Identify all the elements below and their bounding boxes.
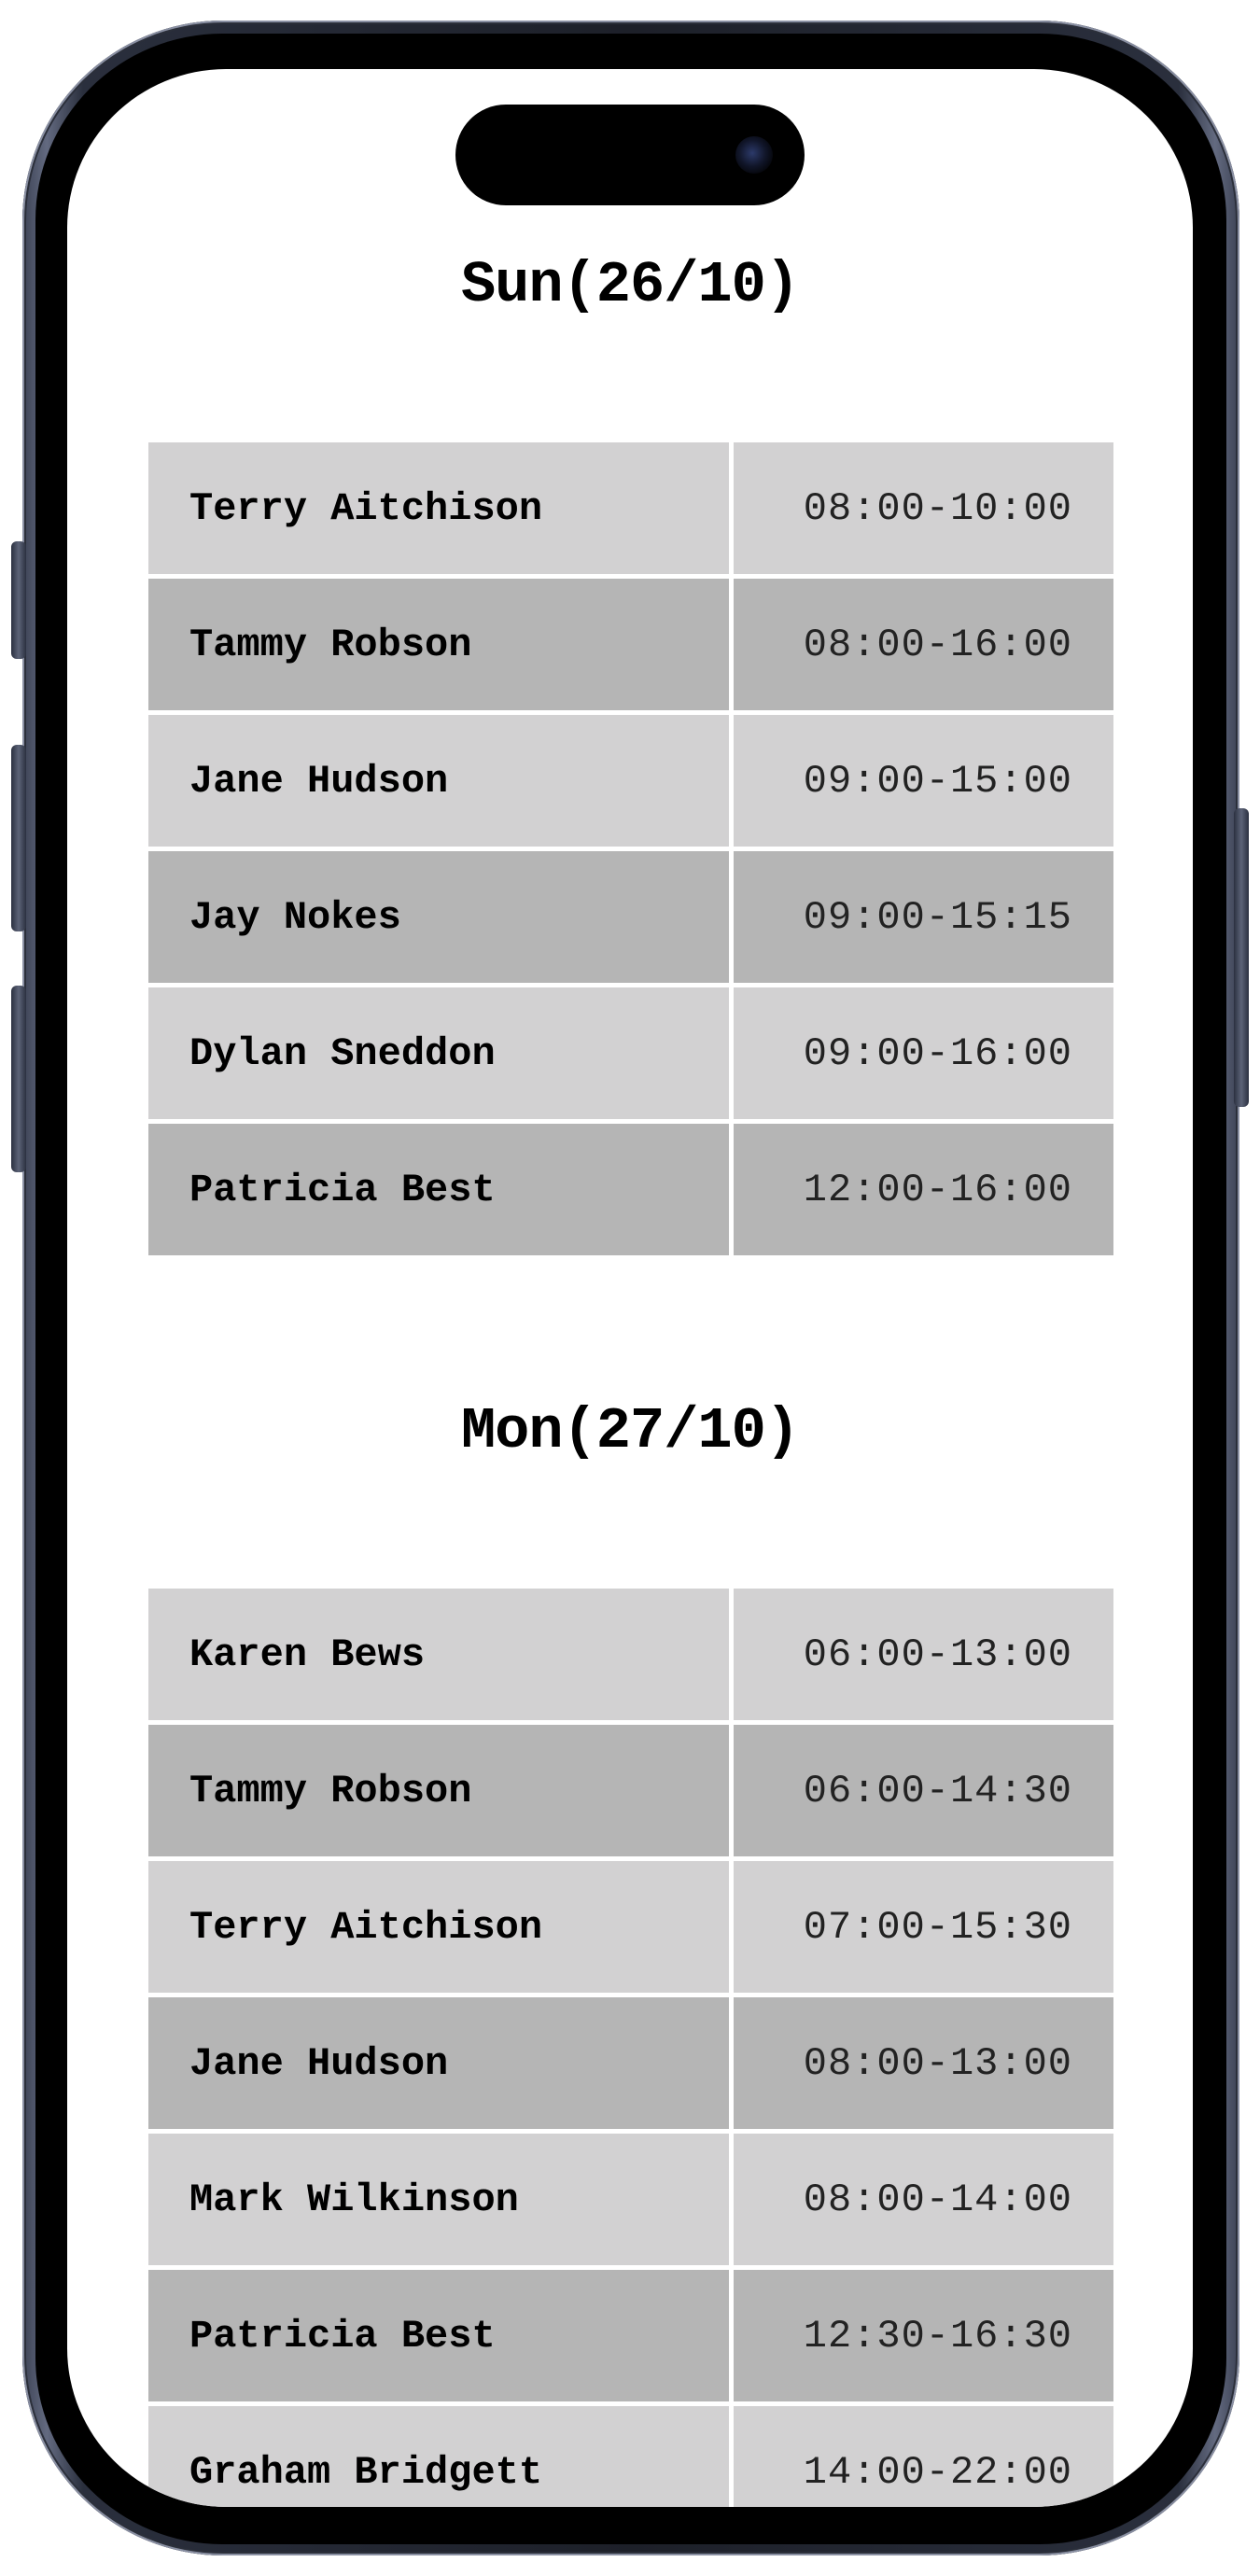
shift-row: Terry Aitchison 07:00-15:30: [148, 1861, 1113, 1997]
shift-row: Jane Hudson 09:00-15:00: [148, 715, 1113, 851]
employee-name: Terry Aitchison: [148, 1861, 734, 1997]
employee-name: Tammy Robson: [148, 579, 734, 715]
employee-name: Jane Hudson: [148, 1997, 734, 2134]
shift-table: Terry Aitchison 08:00-10:00 Tammy Robson…: [148, 442, 1113, 1260]
shift-row: Mark Wilkinson 08:00-14:00: [148, 2134, 1113, 2270]
shift-row: Terry Aitchison 08:00-10:00: [148, 442, 1113, 579]
shift-row: Tammy Robson 08:00-16:00: [148, 579, 1113, 715]
shift-row: Jane Hudson 08:00-13:00: [148, 1997, 1113, 2134]
employee-name: Graham Bridgett: [148, 2406, 734, 2507]
shift-row: Jay Nokes 09:00-15:15: [148, 851, 1113, 987]
employee-name: Mark Wilkinson: [148, 2134, 734, 2270]
shift-time: 12:00-16:00: [734, 1124, 1113, 1260]
shift-time: 07:00-15:30: [734, 1861, 1113, 1997]
employee-name: Terry Aitchison: [148, 442, 734, 579]
shift-time: 08:00-16:00: [734, 579, 1113, 715]
shift-row: Patricia Best 12:30-16:30: [148, 2270, 1113, 2406]
dynamic-island: [455, 105, 805, 205]
day-heading: Mon(27/10): [460, 1398, 800, 1464]
screen[interactable]: Sun(26/10) Terry Aitchison 08:00-10:00 T…: [67, 69, 1193, 2507]
volume-down-button: [11, 986, 26, 1172]
volume-up-button: [11, 745, 26, 931]
shift-row: Tammy Robson 06:00-14:30: [148, 1725, 1113, 1861]
shift-row: Graham Bridgett 14:00-22:00: [148, 2406, 1113, 2507]
shift-time: 14:00-22:00: [734, 2406, 1113, 2507]
shift-time: 12:30-16:30: [734, 2270, 1113, 2406]
shift-row: Patricia Best 12:00-16:00: [148, 1124, 1113, 1260]
employee-name: Jane Hudson: [148, 715, 734, 851]
shift-time: 08:00-13:00: [734, 1997, 1113, 2134]
power-button: [1234, 808, 1249, 1107]
day-heading: Sun(26/10): [460, 252, 800, 318]
shift-time: 09:00-16:00: [734, 987, 1113, 1124]
front-camera-icon: [735, 136, 773, 174]
shift-time: 08:00-14:00: [734, 2134, 1113, 2270]
shift-time: 09:00-15:00: [734, 715, 1113, 851]
employee-name: Patricia Best: [148, 1124, 734, 1260]
shift-time: 08:00-10:00: [734, 442, 1113, 579]
action-button: [11, 541, 26, 659]
shift-time: 06:00-14:30: [734, 1725, 1113, 1861]
shift-row: Karen Bews 06:00-13:00: [148, 1589, 1113, 1725]
shift-time: 09:00-15:15: [734, 851, 1113, 987]
employee-name: Patricia Best: [148, 2270, 734, 2406]
shift-table: Karen Bews 06:00-13:00 Tammy Robson 06:0…: [148, 1589, 1113, 2507]
employee-name: Tammy Robson: [148, 1725, 734, 1861]
employee-name: Karen Bews: [148, 1589, 734, 1725]
employee-name: Jay Nokes: [148, 851, 734, 987]
shift-time: 06:00-13:00: [734, 1589, 1113, 1725]
employee-name: Dylan Sneddon: [148, 987, 734, 1124]
shift-row: Dylan Sneddon 09:00-16:00: [148, 987, 1113, 1124]
